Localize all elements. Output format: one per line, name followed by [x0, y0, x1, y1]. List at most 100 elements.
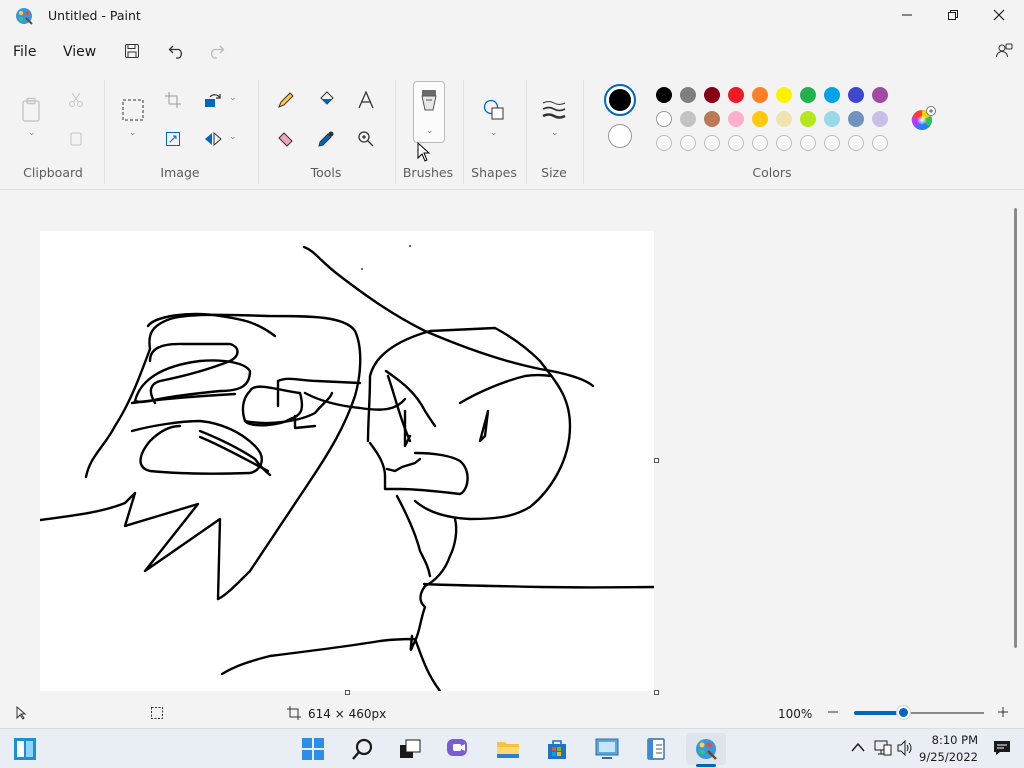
flip-dropdown-icon[interactable]: ⌄ [229, 132, 237, 142]
rotate-button[interactable] [199, 86, 227, 114]
color1-swatch [609, 89, 631, 111]
size-dropdown-icon[interactable]: ⌄ [551, 128, 559, 138]
paint-taskbar-button[interactable] [686, 733, 726, 765]
undo-button[interactable] [166, 40, 188, 62]
color-swatch[interactable] [680, 87, 696, 103]
custom-color-slot[interactable] [728, 135, 744, 151]
color-swatch[interactable] [800, 87, 816, 103]
color-swatch[interactable] [872, 111, 888, 127]
show-hidden-icons-button[interactable] [851, 741, 865, 753]
color-swatch[interactable] [872, 87, 888, 103]
chevron-up-icon [851, 742, 865, 752]
custom-color-slot[interactable] [824, 135, 840, 151]
file-menu[interactable]: File [13, 44, 36, 60]
color1-selector[interactable] [604, 84, 636, 116]
color-swatch[interactable] [824, 87, 840, 103]
color-swatch[interactable] [704, 87, 720, 103]
drawing-canvas[interactable] [40, 231, 654, 691]
eraser-button[interactable] [272, 125, 300, 153]
chat-button[interactable] [438, 733, 478, 765]
control-panel-button[interactable] [587, 733, 627, 765]
view-menu[interactable]: View [63, 44, 96, 60]
select-button[interactable] [119, 96, 147, 124]
custom-color-slot[interactable] [656, 135, 672, 151]
notifications-button[interactable] [993, 740, 1011, 756]
image-group-label: Image [160, 165, 200, 180]
save-button[interactable] [121, 40, 143, 62]
canvas-resize-handle-corner[interactable] [654, 690, 659, 695]
color-swatch[interactable] [776, 87, 792, 103]
custom-color-slot[interactable] [872, 135, 888, 151]
color-swatch[interactable] [680, 111, 696, 127]
color-swatch[interactable] [728, 87, 744, 103]
store-button[interactable] [537, 733, 577, 765]
magnifier-button[interactable] [352, 125, 380, 153]
pencil-button[interactable] [272, 86, 300, 114]
network-button[interactable] [874, 740, 892, 756]
color-swatch[interactable] [800, 111, 816, 127]
search-button[interactable] [343, 733, 383, 765]
color-swatch[interactable] [728, 111, 744, 127]
clock-date[interactable]: 9/25/2022 [918, 750, 978, 764]
edit-colors-button[interactable] [910, 106, 936, 132]
color-swatch[interactable] [776, 111, 792, 127]
resize-button[interactable] [159, 125, 187, 153]
notification-icon [994, 741, 1010, 755]
zoom-out-button[interactable] [826, 705, 842, 721]
select-dropdown-icon[interactable]: ⌄ [129, 128, 137, 138]
text-button[interactable] [352, 86, 380, 114]
color-picker-button[interactable] [312, 125, 340, 153]
close-icon [993, 9, 1005, 21]
canvas-resize-handle-right[interactable] [654, 458, 659, 463]
color2-selector[interactable] [608, 124, 632, 148]
rotate-dropdown-icon[interactable]: ⌄ [229, 93, 237, 103]
close-button[interactable] [976, 0, 1022, 30]
color-swatch[interactable] [824, 111, 840, 127]
canvas-resize-handle-bottom[interactable] [345, 690, 350, 695]
vertical-scrollbar[interactable] [1014, 208, 1017, 648]
custom-color-slot[interactable] [776, 135, 792, 151]
color-swatch[interactable] [752, 111, 768, 127]
redo-button[interactable] [205, 40, 227, 62]
custom-color-slot[interactable] [752, 135, 768, 151]
custom-color-slot[interactable] [848, 135, 864, 151]
start-button[interactable] [293, 733, 333, 765]
custom-color-slot[interactable] [800, 135, 816, 151]
paste-button[interactable] [18, 96, 46, 124]
color-swatch[interactable] [848, 111, 864, 127]
volume-button[interactable] [897, 740, 913, 756]
color-swatch[interactable] [752, 87, 768, 103]
size-button[interactable] [540, 96, 568, 124]
paste-dropdown-icon[interactable]: ⌄ [28, 128, 36, 138]
color-swatch[interactable] [656, 111, 672, 127]
color-swatch[interactable] [656, 87, 672, 103]
account-button[interactable] [993, 40, 1015, 62]
color-swatch[interactable] [848, 87, 864, 103]
zoom-slider-thumb[interactable] [897, 706, 910, 719]
shapes-button[interactable] [480, 96, 508, 124]
notepad-button[interactable] [636, 733, 676, 765]
plus-icon [998, 707, 1008, 717]
brushes-button[interactable]: ⌄ [413, 81, 445, 143]
maximize-button[interactable] [930, 0, 976, 30]
restore-icon [948, 10, 958, 20]
fill-button[interactable] [312, 86, 340, 114]
edit-colors-icon [911, 106, 936, 130]
color-swatch[interactable] [704, 111, 720, 127]
redo-icon [210, 45, 225, 59]
file-explorer-button[interactable] [488, 733, 528, 765]
cut-button[interactable] [62, 86, 90, 114]
widgets-button[interactable] [5, 733, 45, 765]
clock-time[interactable]: 8:10 PM [918, 733, 978, 747]
crop-button[interactable] [159, 86, 187, 114]
flip-button[interactable] [199, 125, 227, 153]
zoom-in-button[interactable] [996, 705, 1012, 721]
shapes-dropdown-icon[interactable]: ⌄ [490, 128, 498, 138]
minimize-button[interactable] [884, 0, 930, 30]
custom-color-slot[interactable] [704, 135, 720, 151]
copy-button[interactable] [62, 125, 90, 153]
task-view-button[interactable] [390, 733, 430, 765]
custom-color-slot[interactable] [680, 135, 696, 151]
undo-icon [168, 45, 183, 59]
brushes-dropdown-icon[interactable]: ⌄ [426, 126, 434, 136]
